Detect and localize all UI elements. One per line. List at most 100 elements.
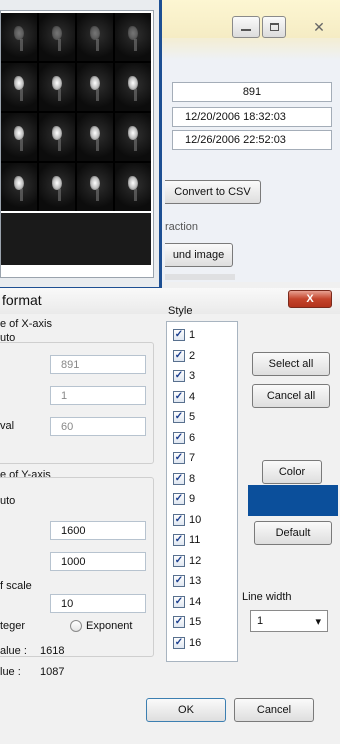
image-thumbnail [115, 113, 151, 161]
style-series-label: 13 [189, 575, 202, 587]
checkbox-checked-icon[interactable]: ✓ [173, 575, 185, 587]
checkbox-checked-icon[interactable]: ✓ [173, 370, 185, 382]
data-viewer-window: ✕ 891 12/20/2006 18:32:03 12/26/2006 22:… [0, 0, 340, 290]
style-series-item[interactable]: ✓ 12 [173, 554, 201, 568]
color-button[interactable]: Color [262, 460, 322, 484]
style-series-label: 7 [189, 452, 196, 464]
style-series-item[interactable]: ✓ 8 [173, 472, 195, 486]
style-series-item[interactable]: ✓ 14 [173, 595, 201, 609]
frame-count-field[interactable]: 891 [172, 82, 332, 102]
image-thumbnail [39, 163, 75, 211]
style-series-item[interactable]: ✓ 10 [173, 513, 201, 527]
exponent-radio-label[interactable]: Exponent [86, 620, 132, 632]
checkbox-checked-icon[interactable]: ✓ [173, 431, 185, 444]
style-series-label: 5 [189, 411, 196, 423]
checkbox-checked-icon[interactable]: ✓ [173, 329, 185, 341]
max-value-reading: 1618 [40, 645, 65, 657]
style-series-item[interactable]: ✓ 2 [173, 349, 195, 363]
extraction-label: raction [165, 221, 199, 233]
style-series-item[interactable]: ✓ 11 [173, 533, 200, 547]
style-series-item[interactable]: ✓ 9 [173, 492, 195, 506]
checkbox-checked-icon[interactable]: ✓ [173, 595, 185, 608]
checkbox-checked-icon[interactable]: ✓ [173, 616, 185, 628]
y-axis-max-field[interactable]: 1600 [50, 521, 146, 540]
ok-button[interactable]: OK [146, 698, 226, 722]
style-series-list[interactable]: ✓ 1 ✓ 2 ✓ 3 ✓ 4 ✓ 5 ✓ 6 ✓ 7 ✓ 8 ✓ 9 ✓ 10 ✓ 11 ✓ 12 ✓ 13 ✓ 14 ✓ 15 ✓ 16 [166, 321, 238, 662]
specimen-stem [57, 189, 61, 202]
checkbox-checked-icon[interactable]: ✓ [173, 349, 185, 362]
x-axis-max-field[interactable]: 891 [50, 355, 146, 374]
style-series-label: 12 [189, 554, 202, 567]
specimen-stem [133, 89, 137, 102]
specimen-blob [128, 76, 138, 91]
line-width-select[interactable]: 1 ▾ [250, 610, 328, 632]
checkbox-checked-icon[interactable]: ✓ [173, 554, 185, 567]
style-series-label: 2 [189, 349, 196, 362]
dialog-title: format [2, 292, 42, 308]
preview-empty-area [1, 213, 151, 265]
convert-to-csv-button[interactable]: Convert to CSV [165, 180, 261, 204]
minimize-button[interactable] [232, 16, 260, 38]
style-series-item[interactable]: ✓ 5 [173, 410, 195, 424]
maximize-button[interactable] [262, 16, 286, 38]
style-series-item[interactable]: ✓ 4 [173, 390, 195, 404]
checkbox-checked-icon[interactable]: ✓ [173, 534, 185, 546]
specimen-blob [128, 126, 138, 141]
style-series-label: 6 [189, 431, 196, 444]
default-button[interactable]: Default [254, 521, 332, 545]
specimen-blob [52, 126, 62, 141]
image-thumbnail [1, 113, 37, 161]
style-series-item[interactable]: ✓ 16 [173, 636, 201, 650]
cancel-all-button[interactable]: Cancel all [252, 384, 330, 408]
style-series-item[interactable]: ✓ 1 [173, 328, 195, 342]
specimen-blob [90, 126, 100, 141]
style-series-label: 8 [189, 472, 196, 485]
close-button[interactable]: ✕ [302, 16, 336, 38]
color-swatch [248, 485, 338, 516]
cancel-button[interactable]: Cancel [234, 698, 314, 722]
x-axis-min-field[interactable]: 1 [50, 386, 146, 405]
style-series-item[interactable]: ✓ 6 [173, 431, 195, 445]
checkbox-checked-icon[interactable]: ✓ [173, 493, 185, 505]
style-series-item[interactable]: ✓ 15 [173, 615, 201, 629]
style-series-item[interactable]: ✓ 3 [173, 369, 195, 383]
integer-radio-label[interactable]: teger [0, 620, 25, 632]
checkbox-checked-icon[interactable]: ✓ [173, 472, 185, 485]
style-series-item[interactable]: ✓ 13 [173, 574, 201, 588]
image-thumbnail [77, 163, 113, 211]
image-thumbnail [115, 13, 151, 61]
image-thumbnail [1, 163, 37, 211]
x-axis-interval-field[interactable]: 60 [50, 417, 146, 436]
style-series-item[interactable]: ✓ 7 [173, 451, 195, 465]
specimen-stem [95, 139, 99, 152]
minimize-icon [241, 29, 251, 31]
specimen-blob [128, 176, 138, 191]
specimen-blob [90, 76, 100, 91]
y-axis-min-field[interactable]: 1000 [50, 552, 146, 571]
image-thumbnail [39, 113, 75, 161]
y-axis-auto-checkbox-label[interactable]: uto [0, 495, 15, 507]
image-thumbnail [77, 13, 113, 61]
max-value-label: alue : [0, 645, 27, 657]
checkbox-checked-icon[interactable]: ✓ [173, 411, 185, 423]
checkbox-checked-icon[interactable]: ✓ [173, 636, 185, 649]
checkbox-checked-icon[interactable]: ✓ [173, 452, 185, 464]
y-axis-scale-field[interactable]: 10 [50, 594, 146, 613]
select-all-button[interactable]: Select all [252, 352, 330, 376]
min-value-label: lue : [0, 666, 21, 678]
background-image-button[interactable]: und image [165, 243, 233, 267]
dialog-close-button[interactable]: X [288, 290, 332, 308]
checkbox-checked-icon[interactable]: ✓ [173, 390, 185, 403]
line-width-label: Line width [242, 591, 292, 603]
specimen-stem [19, 89, 23, 102]
specimen-blob [52, 76, 62, 91]
exponent-radio[interactable] [70, 620, 82, 632]
end-time-field[interactable]: 12/26/2006 22:52:03 [172, 130, 332, 150]
image-thumbnail [1, 63, 37, 111]
start-time-field[interactable]: 12/20/2006 18:32:03 [172, 107, 332, 127]
image-thumbnail [77, 113, 113, 161]
style-series-label: 9 [189, 493, 196, 505]
chevron-down-icon: ▾ [315, 615, 321, 628]
checkbox-checked-icon[interactable]: ✓ [173, 513, 185, 526]
maximize-icon [269, 23, 279, 31]
